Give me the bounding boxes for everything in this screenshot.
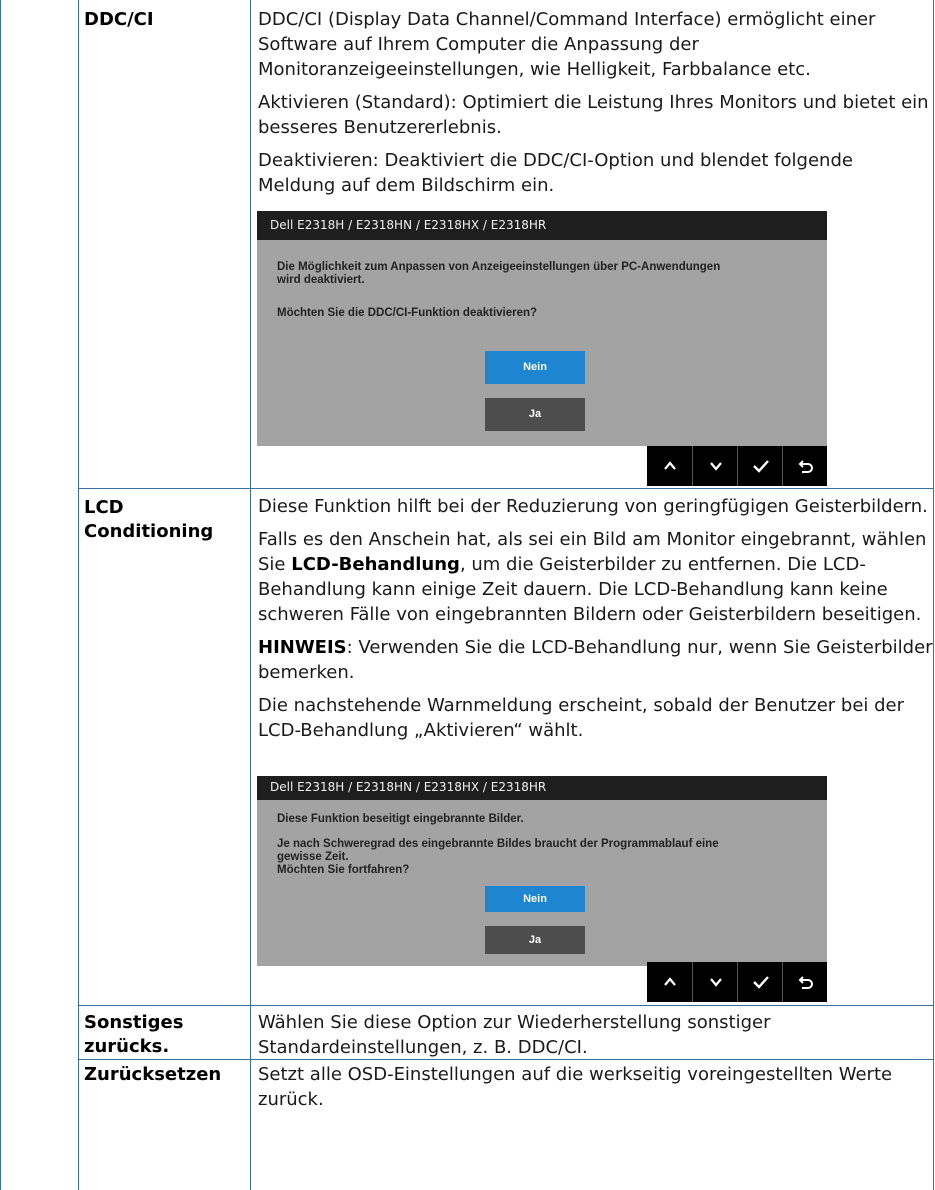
back-arrow-icon [798,976,813,989]
paragraph: Diese Funktion hilft bei der Reduzierung… [258,496,928,517]
osd-dialog-ddcci: Dell E2318H / E2318HN / E2318HX / E2318H… [257,211,827,446]
osd-question: Möchten Sie fortfahren? [277,864,410,876]
label-line: Conditioning [84,521,214,542]
row-label-ddcci: DDC/CI [84,9,154,30]
paragraph: Deaktivieren: Deaktiviert die DDC/CI-Opt… [258,150,853,196]
row-description-lcd-conditioning: Diese Funktion hilft bei der Reduzierung… [258,494,934,743]
nav-down-button[interactable] [692,446,738,486]
no-button[interactable]: Nein [485,886,585,912]
osd-question: Möchten Sie die DDC/CI-Funktion deaktivi… [277,307,538,319]
nav-up-button[interactable] [647,962,692,1002]
paragraph: Falls es den Anschein hat, als sei ein B… [258,529,927,625]
nav-confirm-button[interactable] [737,962,783,1002]
osd-message-line: wird deaktiviert. [277,274,365,286]
row-divider [78,1005,934,1006]
osd-nav-buttons [647,962,827,1002]
osd-message: Die Möglichkeit zum Anpassen von Anzeige… [277,261,817,287]
osd-message: Diese Funktion beseitigt eingebrannte Bi… [277,813,524,825]
osd-message-line: Die Möglichkeit zum Anpassen von Anzeige… [277,261,721,273]
table-border-col2 [250,0,251,1190]
row-label-lcd-conditioning: LCD Conditioning [84,496,249,544]
osd-message-line: gewisse Zeit. [277,851,349,863]
row-description-sonstiges: Wählen Sie diese Option zur Wiederherste… [258,1012,771,1058]
paragraph: HINWEIS: Verwenden Sie die LCD-Behandlun… [258,637,933,683]
paragraph: Aktivieren (Standard): Optimiert die Lei… [258,92,929,138]
nav-down-button[interactable] [692,962,738,1002]
row-divider [78,488,934,489]
no-button[interactable]: Nein [485,351,585,384]
paragraph: DDC/CI (Display Data Channel/Command Int… [258,9,876,80]
row-label-sonstiges: Sonstiges zurücks. [84,1011,249,1059]
nav-confirm-button[interactable] [737,446,783,486]
checkmark-icon [752,976,769,989]
yes-button[interactable]: Ja [485,926,585,954]
checkmark-icon [752,460,769,473]
nav-back-button[interactable] [782,446,828,486]
chevron-up-icon [663,977,676,986]
osd-nav-buttons [647,446,827,486]
osd-title-bar: Dell E2318H / E2318HN / E2318HX / E2318H… [257,211,827,240]
label-line: zurücks. [84,1036,170,1057]
label-line: LCD [84,497,124,518]
nav-up-button[interactable] [647,446,692,486]
chevron-down-icon [709,462,722,471]
table-border-left [0,0,1,1190]
row-description-zuruecksetzen: Setzt alle OSD-Einstellungen auf die wer… [258,1064,893,1110]
osd-dialog-lcd-conditioning: Dell E2318H / E2318HN / E2318HX / E2318H… [257,776,827,966]
yes-button[interactable]: Ja [485,398,585,431]
osd-message: Je nach Schweregrad des eingebrannte Bil… [277,838,817,864]
paragraph: Die nachstehende Warnmeldung erscheint, … [258,695,905,741]
osd-message-line: Je nach Schweregrad des eingebrannte Bil… [277,838,719,850]
nav-back-button[interactable] [782,962,828,1002]
back-arrow-icon [798,460,813,473]
chevron-down-icon [709,978,722,987]
row-label-zuruecksetzen: Zurücksetzen [84,1064,222,1085]
osd-title-bar: Dell E2318H / E2318HN / E2318HX / E2318H… [257,776,827,800]
row-description-ddcci: DDC/CI (Display Data Channel/Command Int… [258,7,934,198]
label-line: Sonstiges [84,1012,184,1033]
chevron-up-icon [663,461,676,470]
manual-page: DDC/CI DDC/CI (Display Data Channel/Comm… [0,0,935,1190]
table-border-col1 [78,0,79,1190]
